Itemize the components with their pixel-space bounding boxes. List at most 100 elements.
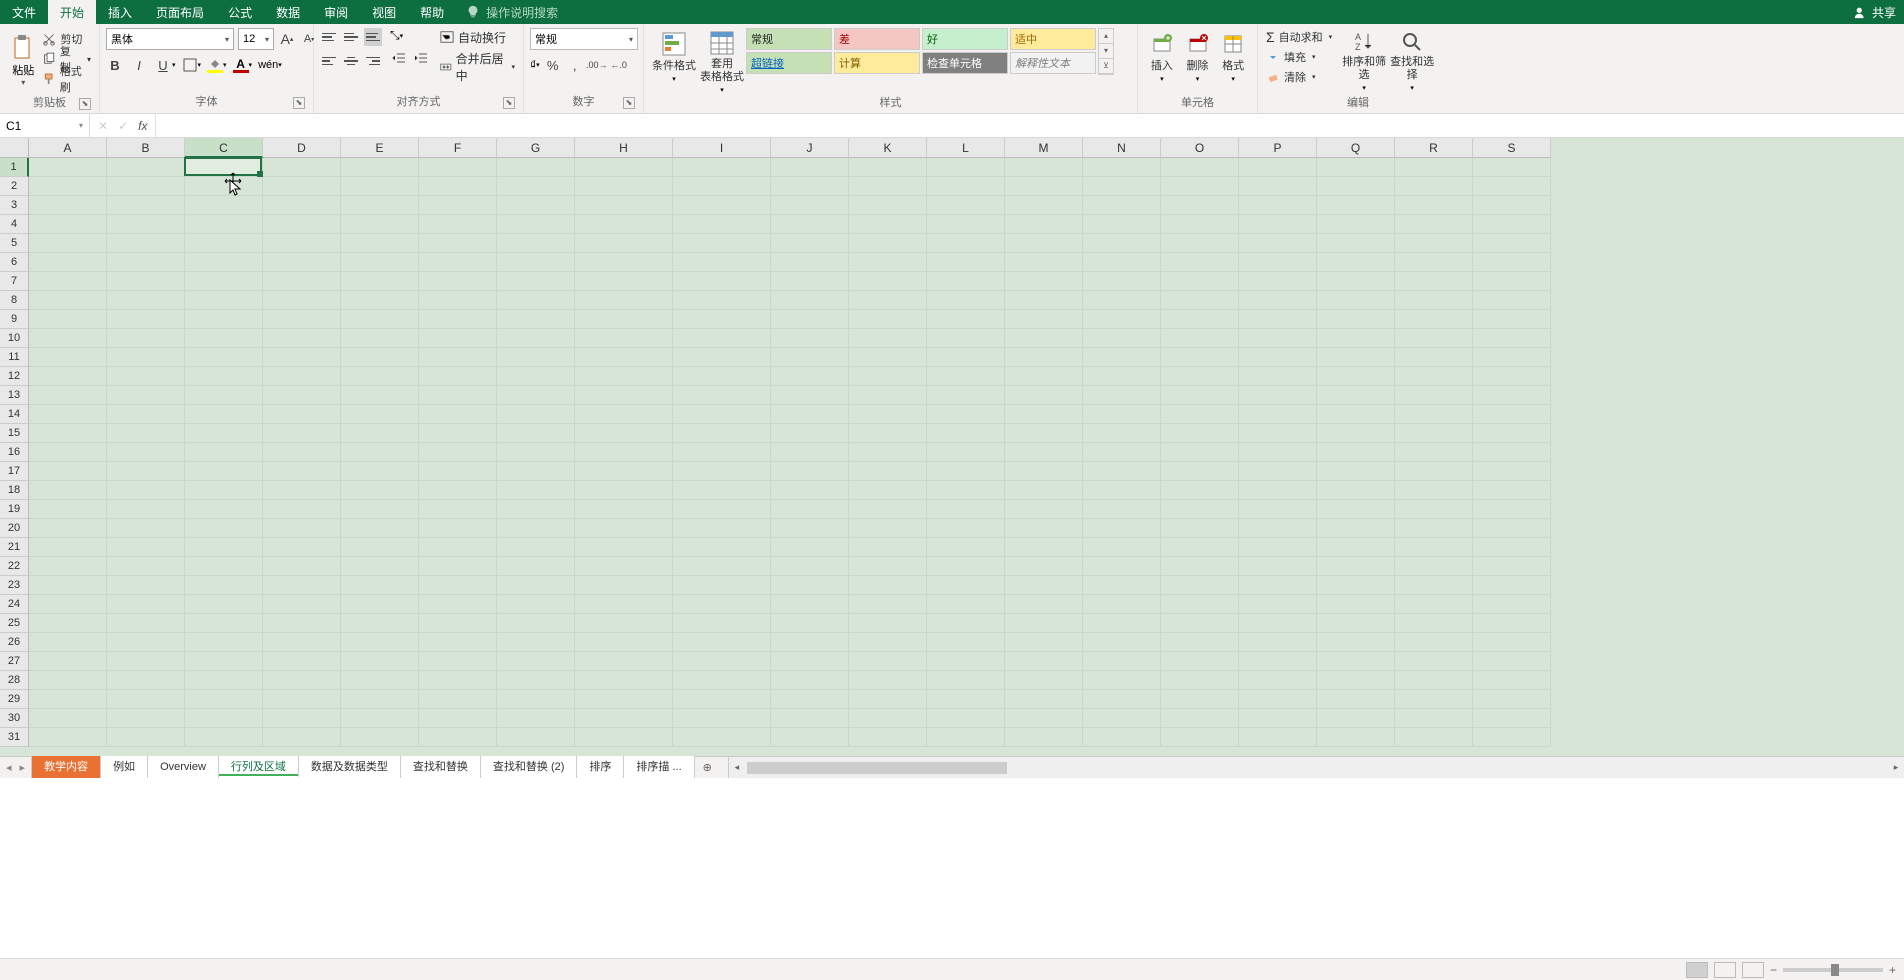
cell[interactable] [575, 443, 673, 462]
cell[interactable] [1395, 652, 1473, 671]
cell[interactable] [849, 329, 927, 348]
cell[interactable] [849, 424, 927, 443]
cell[interactable] [1161, 367, 1239, 386]
cell[interactable] [1161, 500, 1239, 519]
cell[interactable] [29, 177, 107, 196]
cell[interactable] [1239, 405, 1317, 424]
menu-审阅[interactable]: 审阅 [312, 0, 360, 24]
cell[interactable] [575, 215, 673, 234]
row-header-15[interactable]: 15 [0, 424, 29, 443]
menu-视图[interactable]: 视图 [360, 0, 408, 24]
cell[interactable] [1317, 462, 1395, 481]
cell-style[interactable]: 检查单元格 [922, 52, 1008, 74]
cell[interactable] [107, 481, 185, 500]
cell[interactable] [263, 329, 341, 348]
cell[interactable] [185, 538, 263, 557]
cell[interactable] [575, 177, 673, 196]
cell[interactable] [927, 177, 1005, 196]
cell[interactable] [575, 671, 673, 690]
cell[interactable] [185, 519, 263, 538]
cell[interactable] [1161, 329, 1239, 348]
cell[interactable] [771, 215, 849, 234]
row-header-3[interactable]: 3 [0, 196, 29, 215]
cell[interactable] [497, 424, 575, 443]
cell[interactable] [419, 291, 497, 310]
cell[interactable] [575, 481, 673, 500]
cell[interactable] [29, 348, 107, 367]
cell[interactable] [1161, 557, 1239, 576]
cell[interactable] [419, 253, 497, 272]
row-header-19[interactable]: 19 [0, 500, 29, 519]
font-name-select[interactable]: 黑体▾ [106, 28, 234, 50]
cell[interactable] [1395, 614, 1473, 633]
cell[interactable] [497, 690, 575, 709]
cell[interactable] [673, 652, 771, 671]
cell-style[interactable]: 适中 [1010, 28, 1096, 50]
cell[interactable] [1161, 424, 1239, 443]
cell[interactable] [1161, 234, 1239, 253]
cell[interactable] [927, 728, 1005, 747]
cell[interactable] [419, 405, 497, 424]
cell[interactable] [1317, 196, 1395, 215]
zoom-slider[interactable] [1783, 968, 1883, 972]
cell[interactable] [419, 386, 497, 405]
cell[interactable] [497, 348, 575, 367]
cell[interactable] [185, 405, 263, 424]
cell[interactable] [419, 367, 497, 386]
cell[interactable] [1005, 519, 1083, 538]
cell[interactable] [419, 329, 497, 348]
cell[interactable] [1317, 614, 1395, 633]
cell[interactable] [673, 253, 771, 272]
cell[interactable] [185, 329, 263, 348]
cell[interactable] [497, 576, 575, 595]
cell[interactable] [419, 500, 497, 519]
cell[interactable] [107, 177, 185, 196]
cell[interactable] [1317, 557, 1395, 576]
cell[interactable] [263, 215, 341, 234]
merge-center-button[interactable]: 合并后居中▾ [438, 58, 517, 76]
cell[interactable] [1005, 272, 1083, 291]
zoom-in-button[interactable]: + [1889, 963, 1896, 977]
cell[interactable] [1005, 310, 1083, 329]
cell[interactable] [673, 481, 771, 500]
cell[interactable] [1395, 443, 1473, 462]
cell[interactable] [185, 557, 263, 576]
cell[interactable] [1161, 291, 1239, 310]
cell[interactable] [849, 671, 927, 690]
cell[interactable] [1005, 709, 1083, 728]
cell[interactable] [1161, 633, 1239, 652]
increase-decimal-button[interactable]: .00→ [588, 56, 606, 74]
cell[interactable] [1161, 177, 1239, 196]
cell[interactable] [1161, 538, 1239, 557]
cell[interactable] [1083, 386, 1161, 405]
cell[interactable] [1395, 367, 1473, 386]
cell[interactable] [1161, 272, 1239, 291]
sheet-tab[interactable]: 例如 [101, 756, 148, 778]
cell[interactable] [1005, 424, 1083, 443]
cell[interactable] [1317, 671, 1395, 690]
cell[interactable] [1395, 196, 1473, 215]
cell[interactable] [341, 158, 419, 177]
cell[interactable] [1239, 234, 1317, 253]
cell[interactable] [1395, 595, 1473, 614]
menu-页面布局[interactable]: 页面布局 [144, 0, 216, 24]
cell[interactable] [419, 196, 497, 215]
cell[interactable] [575, 234, 673, 253]
align-top-button[interactable] [320, 28, 338, 46]
row-header-11[interactable]: 11 [0, 348, 29, 367]
cell[interactable] [1005, 291, 1083, 310]
cell[interactable] [263, 367, 341, 386]
cell[interactable] [1161, 310, 1239, 329]
cell[interactable] [341, 367, 419, 386]
cell[interactable] [771, 481, 849, 500]
name-box[interactable]: C1▾ [0, 114, 90, 137]
cell[interactable] [29, 386, 107, 405]
cell[interactable] [107, 728, 185, 747]
cell[interactable] [185, 386, 263, 405]
cell[interactable] [1473, 481, 1551, 500]
cell[interactable] [1395, 500, 1473, 519]
cell[interactable] [771, 462, 849, 481]
align-bottom-button[interactable] [364, 28, 382, 46]
cell[interactable] [263, 158, 341, 177]
cell-style[interactable]: 计算 [834, 52, 920, 74]
